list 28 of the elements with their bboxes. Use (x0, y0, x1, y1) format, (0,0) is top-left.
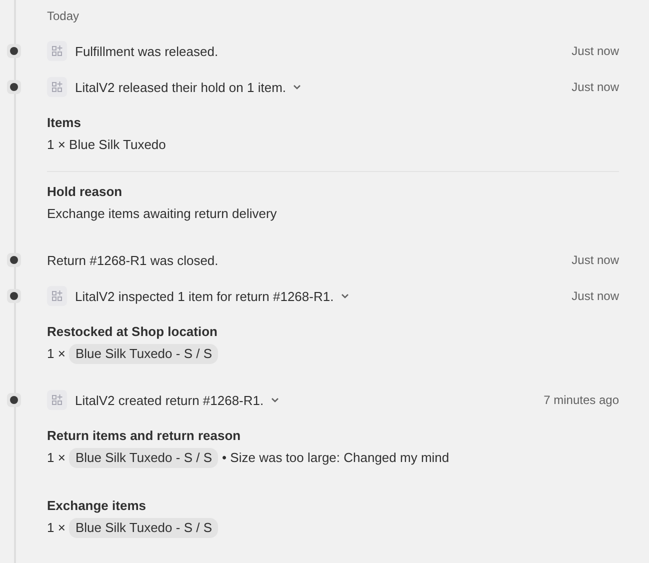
section-title: Restocked at Shop location (47, 323, 218, 341)
section-title: Exchange items (47, 497, 147, 515)
chevron-icon (292, 82, 302, 92)
item-tag: Blue Silk Tuxedo - S / S (69, 448, 218, 468)
chevron-icon (270, 395, 280, 405)
date-heading: Today (47, 8, 80, 25)
item-tag: Blue Silk Tuxedo - S / S (69, 518, 218, 538)
item-tag: Blue Silk Tuxedo - S / S (69, 344, 218, 364)
section-title: Return items and return reason (47, 427, 242, 445)
quantity: 1 × (47, 519, 66, 537)
section-title: Items (47, 114, 82, 132)
event-message[interactable]: LitalV2 inspected 1 item for return #1268-R1. (75, 288, 350, 304)
quantity: 1 × (47, 345, 66, 363)
event-message[interactable]: LitalV2 created return #1268-R1. (75, 392, 280, 408)
detail-text: 1 × Blue Silk Tuxedo (47, 136, 167, 154)
quantity: 1 × (47, 449, 66, 467)
event-message[interactable]: LitalV2 released their hold on 1 item. (75, 80, 302, 94)
event-time: Just now (572, 289, 619, 303)
event-time: Just now (572, 253, 619, 267)
detail-text: Exchange items awaiting return delivery (47, 205, 278, 223)
event-message: Return #1268-R1 was closed. (47, 252, 218, 268)
return-reason: • Size was too large: Changed my mind (222, 449, 450, 467)
section-title: Hold reason (47, 183, 124, 201)
event-time: 7 minutes ago (544, 393, 619, 407)
event-message: Fulfillment was released. (75, 44, 218, 58)
event-time: Just now (572, 44, 619, 58)
event-time: Just now (572, 80, 619, 94)
chevron-icon (340, 291, 350, 301)
